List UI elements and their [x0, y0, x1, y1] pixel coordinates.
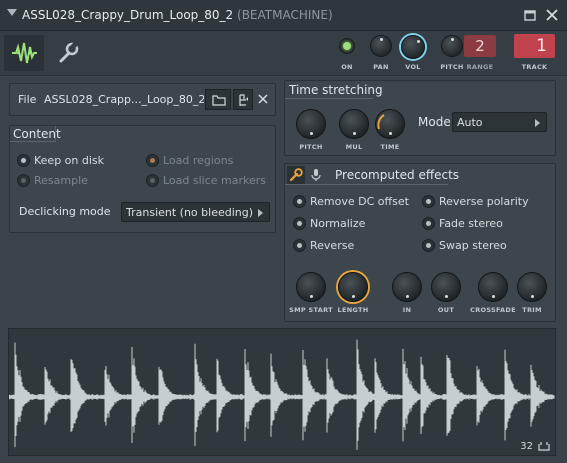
wrench-icon	[289, 168, 303, 182]
normalize-label: Normalize	[310, 217, 366, 230]
window-menu-arrow-icon[interactable]	[7, 9, 17, 16]
zoom-value: 32	[520, 441, 533, 452]
pitch-label: PITCH	[440, 63, 464, 71]
browse-icon	[239, 94, 248, 106]
stretch-time-knob[interactable]	[375, 109, 405, 139]
dropdown-arrow-icon	[535, 119, 540, 127]
declicking-mode-value: Transient (no bleeding)	[126, 206, 254, 219]
title-bar: ASSL028_Crappy_Drum_Loop_80_2 (BEATMACHI…	[0, 0, 567, 31]
close-icon	[258, 94, 268, 104]
vol-label: VOL	[405, 63, 421, 71]
load-slice-markers-label: Load slice markers	[163, 174, 267, 187]
reverse-label: Reverse	[310, 239, 355, 252]
waveform-path	[8, 339, 555, 450]
channel-toolbar: ON PAN VOL PITCH 2 RANGE 1 TRACK	[0, 31, 567, 76]
range-label: RANGE	[466, 63, 494, 71]
fit-view-icon[interactable]	[538, 441, 550, 451]
file-name: ASSL028_Crapp..._Loop_80_2.wav	[44, 93, 204, 106]
crossfade-knob[interactable]	[478, 272, 508, 302]
window-title-text: ASSL028_Crappy_Drum_Loop_80_2	[22, 8, 234, 22]
declicking-mode-label: Declicking mode	[19, 205, 111, 218]
volume-knob[interactable]	[401, 35, 425, 59]
pitch-range-value: 2	[475, 37, 485, 55]
window-title: ASSL028_Crappy_Drum_Loop_80_2 (BEATMACHI…	[22, 8, 333, 22]
stretch-mode-dropdown[interactable]: Auto	[452, 112, 547, 132]
on-toggle[interactable]	[339, 38, 355, 54]
detach-icon[interactable]	[521, 6, 539, 24]
keep-on-disk-label: Keep on disk	[34, 154, 105, 167]
stretch-time-label: TIME	[380, 143, 400, 151]
pan-label: PAN	[373, 63, 389, 71]
waveform-icon	[12, 42, 37, 64]
waveform-tab-button[interactable]	[4, 35, 44, 71]
track-label: TRACK	[521, 63, 548, 71]
declicking-mode-dropdown[interactable]: Transient (no bleeding)	[121, 202, 270, 222]
clear-file-button[interactable]	[254, 89, 272, 110]
crossfade-label: CROSSFADE	[470, 306, 516, 314]
close-icon[interactable]	[543, 6, 561, 24]
effects-settings-button[interactable]	[287, 166, 305, 184]
fade-stereo-label: Fade stereo	[439, 217, 503, 230]
sample-start-label: SMP START	[289, 306, 333, 314]
on-label: ON	[341, 63, 353, 71]
precomputed-effects-panel: Precomputed effects Remove DC offset Rev…	[284, 163, 556, 322]
precomputed-effects-heading: Precomputed effects	[335, 168, 460, 182]
mixer-track-value: 1	[536, 36, 547, 56]
trim-knob[interactable]	[517, 272, 547, 302]
content-panel: Content Keep on disk Load regions Resamp…	[9, 125, 276, 233]
pitch-knob[interactable]	[441, 35, 463, 57]
wrench-icon	[59, 40, 79, 63]
time-stretching-heading: Time stretching	[289, 83, 383, 97]
locate-file-button[interactable]	[233, 89, 253, 110]
window-subtitle: (BEATMACHINE)	[237, 8, 333, 22]
stretch-mode-value: Auto	[457, 116, 483, 129]
waveform-display[interactable]: 32	[8, 328, 556, 456]
in-label: IN	[402, 306, 412, 314]
sample-start-knob[interactable]	[296, 272, 326, 302]
remove-dc-offset-label: Remove DC offset	[310, 195, 409, 208]
stretch-pitch-knob[interactable]	[296, 109, 326, 139]
pitch-range-field[interactable]: 2	[464, 35, 496, 57]
load-regions-label: Load regions	[163, 154, 234, 167]
stretch-mul-label: MUL	[345, 143, 363, 151]
microphone-icon[interactable]	[309, 167, 323, 183]
pan-knob[interactable]	[370, 35, 392, 57]
dropdown-arrow-icon	[258, 209, 263, 217]
stretch-pitch-label: PITCH	[299, 143, 323, 151]
content-heading: Content	[13, 127, 61, 141]
file-label: File	[18, 93, 37, 106]
resample-label: Resample	[34, 174, 88, 187]
length-label: LENGTH	[337, 306, 369, 314]
mixer-track-field[interactable]: 1	[514, 34, 555, 58]
folder-icon	[212, 95, 226, 106]
length-knob[interactable]	[338, 272, 368, 302]
file-panel: File ASSL028_Crapp..._Loop_80_2.wav	[9, 83, 276, 116]
waveform-graph	[8, 339, 555, 450]
mode-label: Mode	[418, 115, 451, 129]
reverse-polarity-label: Reverse polarity	[439, 195, 529, 208]
swap-stereo-label: Swap stereo	[439, 239, 507, 252]
settings-tab-button[interactable]	[48, 35, 88, 71]
out-label: OUT	[437, 306, 455, 314]
out-knob[interactable]	[431, 272, 461, 302]
stretch-mul-knob[interactable]	[339, 109, 369, 139]
time-stretching-panel: Time stretching PITCH MUL TIME Mode Auto	[284, 80, 556, 156]
open-file-button[interactable]	[205, 89, 231, 110]
on-led	[343, 42, 351, 50]
trim-label: TRIM	[522, 306, 542, 314]
in-knob[interactable]	[392, 272, 422, 302]
